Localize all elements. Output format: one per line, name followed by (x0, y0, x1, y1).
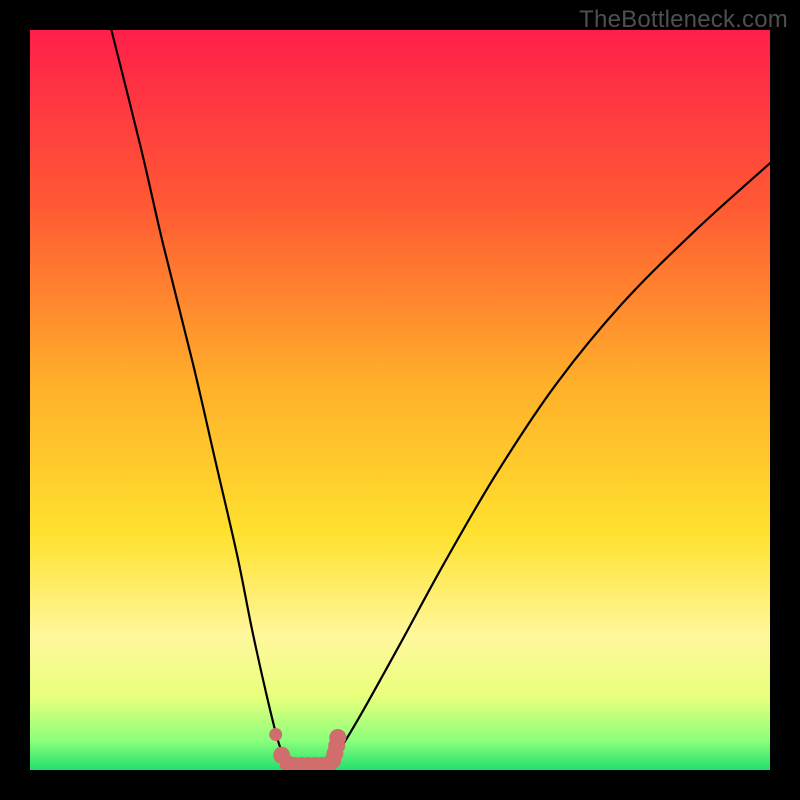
outer-frame: TheBottleneck.com (0, 0, 800, 800)
watermark-text: TheBottleneck.com (579, 6, 788, 34)
gradient-background (30, 30, 770, 770)
plot-area (30, 30, 770, 770)
marker-dot (329, 729, 346, 746)
chart-svg (30, 30, 770, 770)
marker-dot (269, 728, 282, 741)
